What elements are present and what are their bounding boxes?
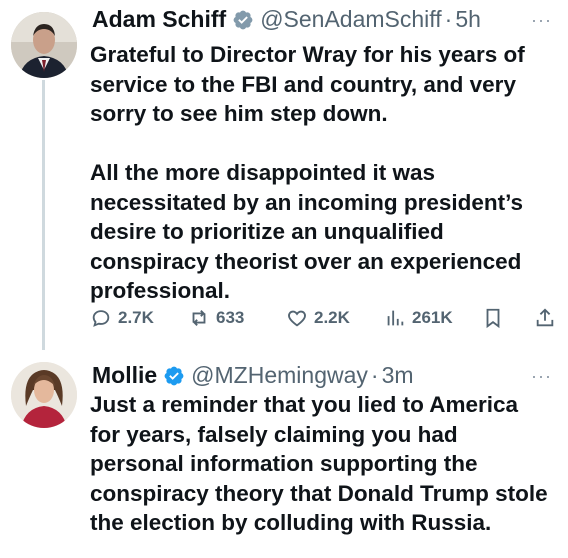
timestamp[interactable]: 5h bbox=[455, 6, 481, 33]
tweet-header: Adam Schiff @SenAdamSchiff · 5h bbox=[92, 6, 481, 33]
like-count: 2.2K bbox=[314, 308, 350, 327]
verified-badge-icon bbox=[233, 10, 253, 29]
separator-dot: · bbox=[444, 6, 453, 32]
separator-dot: · bbox=[370, 362, 379, 388]
author-handle[interactable]: @SenAdamSchiff bbox=[260, 6, 441, 33]
views-button[interactable]: 261K bbox=[384, 303, 453, 333]
share-icon bbox=[536, 308, 554, 327]
views-chart-icon bbox=[387, 310, 404, 326]
bookmark-icon bbox=[486, 308, 500, 329]
repost-button[interactable]: 633 bbox=[188, 303, 244, 333]
views-count: 261K bbox=[412, 308, 453, 327]
bookmark-button[interactable] bbox=[482, 303, 510, 333]
repost-count: 633 bbox=[216, 308, 245, 327]
author-handle[interactable]: @MZHemingway bbox=[191, 362, 368, 389]
timestamp[interactable]: 3m bbox=[382, 362, 414, 389]
more-options-icon[interactable]: ··· bbox=[531, 366, 552, 387]
reply-count: 2.7K bbox=[118, 308, 154, 327]
more-options-icon[interactable]: ··· bbox=[531, 10, 552, 31]
author-name[interactable]: Mollie bbox=[92, 362, 157, 389]
verified-badge-icon bbox=[164, 366, 184, 385]
tweet-text: Just a reminder that you lied to America… bbox=[90, 392, 548, 535]
reply-button[interactable]: 2.7K bbox=[90, 303, 154, 333]
tweet-text: Grateful to Director Wray for his years … bbox=[90, 42, 525, 303]
share-button[interactable] bbox=[534, 303, 562, 333]
like-button[interactable]: 2.2K bbox=[286, 303, 350, 333]
repost-icon bbox=[192, 310, 206, 326]
tweet-header: Mollie @MZHemingway · 3m bbox=[92, 362, 414, 389]
avatar-mollie[interactable] bbox=[11, 362, 77, 428]
reply-icon bbox=[92, 310, 110, 327]
avatar-schiff[interactable] bbox=[11, 12, 77, 78]
heart-icon bbox=[288, 310, 306, 327]
thread-line bbox=[42, 80, 45, 350]
tweet-actions: 2.7K 633 2.2K 261K bbox=[90, 303, 560, 333]
author-name[interactable]: Adam Schiff bbox=[92, 6, 226, 33]
